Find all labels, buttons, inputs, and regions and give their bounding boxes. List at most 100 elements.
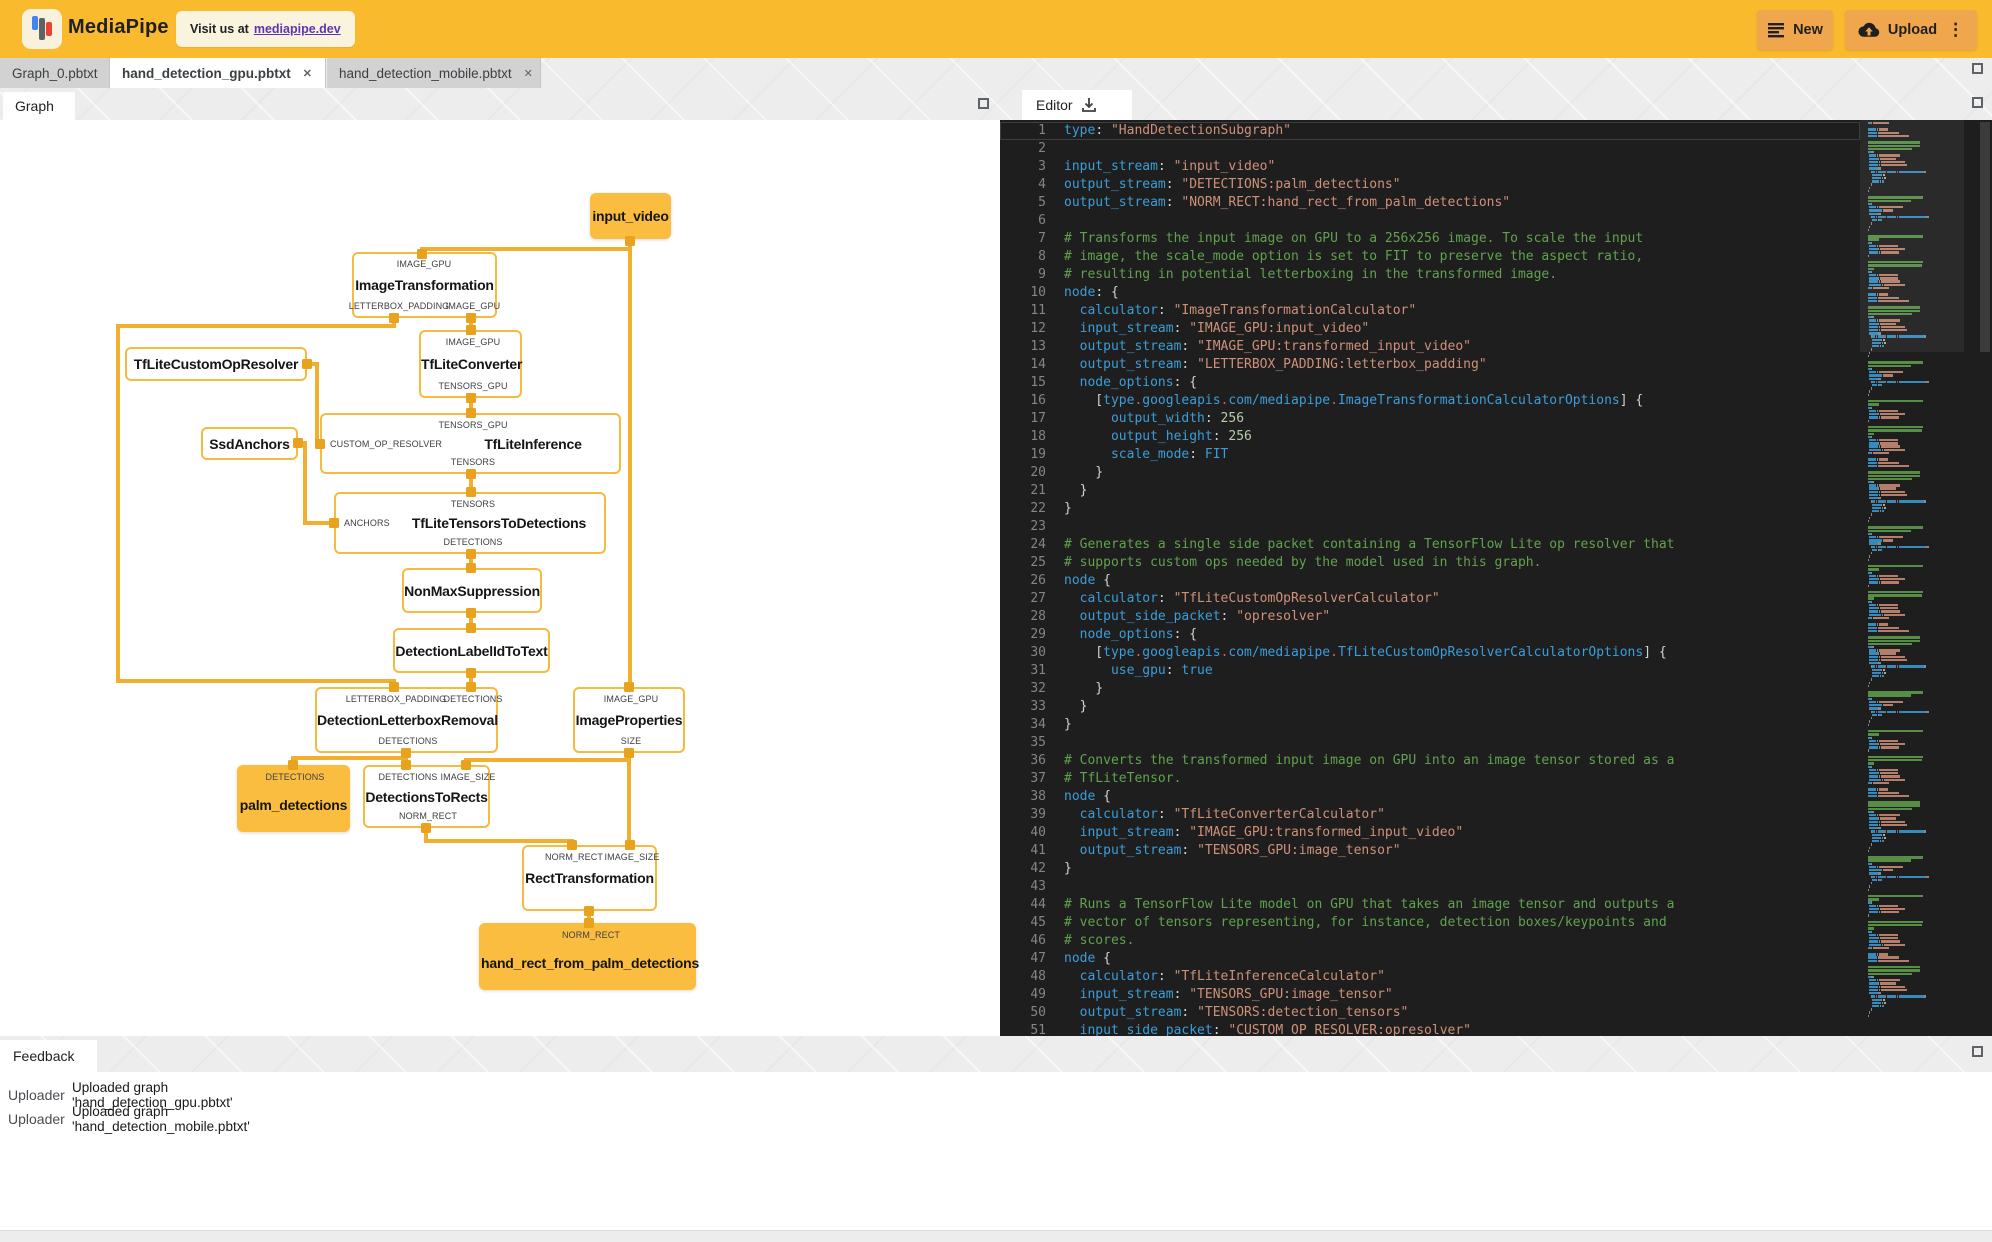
graph-node-ImageTransformation[interactable]: ImageTransformation IMAGE_GPU LETTERBOX_PA…: [349, 252, 500, 318]
code-line[interactable]: 31 use_gpu: true: [1000, 662, 1860, 680]
code-line[interactable]: 9 # resulting in potential letterboxing i…: [1000, 266, 1860, 284]
minimap-line: [1867, 755, 1950, 759]
code-line[interactable]: 48 calculator: "TfLiteInferenceCalculato…: [1000, 968, 1860, 986]
code-line[interactable]: 36 # Converts the transformed input image…: [1000, 752, 1860, 770]
minimap-line: [1867, 490, 1950, 494]
close-icon[interactable]: ✕: [522, 65, 535, 82]
file-tab-graph0[interactable]: Graph_0.pbtxt ✕: [0, 58, 119, 88]
code-line[interactable]: 10 node: {: [1000, 284, 1860, 302]
code-line[interactable]: 14 output_stream: "LETTERBOX_PADDING:let…: [1000, 356, 1860, 374]
code-line[interactable]: 49 input_stream: "TENSORS_GPU:image_tens…: [1000, 986, 1860, 1004]
download-icon[interactable]: [1081, 97, 1097, 113]
code-line[interactable]: 1 type: "HandDetectionSubgraph": [1000, 122, 1860, 140]
scrollbar-thumb[interactable]: [1980, 122, 1990, 352]
code-line[interactable]: 23: [1000, 518, 1860, 536]
code-line[interactable]: 12 input_stream: "IMAGE_GPU:input_video": [1000, 320, 1860, 338]
expand-feedback-panel-icon[interactable]: [1972, 1046, 1983, 1057]
code-line[interactable]: 50 output_stream: "TENSORS:detection_ten…: [1000, 1004, 1860, 1022]
graph-node-palm_detections[interactable]: palm_detections DETECTIONS: [237, 765, 350, 832]
code-line[interactable]: 51 input_side_packet: "CUSTOM_OP_RESOLVE…: [1000, 1022, 1860, 1036]
code-line[interactable]: 47 node {: [1000, 950, 1860, 968]
code-line[interactable]: 44 # Runs a TensorFlow Lite model on GPU …: [1000, 896, 1860, 914]
code-line[interactable]: 19 scale_mode: FIT: [1000, 446, 1860, 464]
code-line[interactable]: 15 node_options: {: [1000, 374, 1860, 392]
graph-node-RectTransformation[interactable]: RectTransformation NORM_RECT IMAGE_SIZE: [522, 845, 659, 911]
line-number: 17: [1030, 411, 1046, 426]
code-line[interactable]: 20 }: [1000, 464, 1860, 482]
code-line[interactable]: 11 calculator: "ImageTransformationCalcu…: [1000, 302, 1860, 320]
minimap-line: [1867, 588, 1950, 590]
code-line[interactable]: 13 output_stream: "IMAGE_GPU:transformed…: [1000, 338, 1860, 356]
code-line[interactable]: 24 # Generates a single side packet conta…: [1000, 536, 1860, 554]
file-tab-hand-detection-gpu[interactable]: hand_detection_gpu.pbtxt ✕: [110, 58, 326, 88]
line-content: }: [1064, 861, 1072, 876]
graph-node-SsdAnchors[interactable]: SsdAnchors: [201, 427, 298, 460]
code-line[interactable]: 3 input_stream: "input_video": [1000, 158, 1860, 176]
code-line[interactable]: 21 }: [1000, 482, 1860, 500]
code-line[interactable]: 38 node {: [1000, 788, 1860, 806]
minimap-line: [1867, 943, 1950, 946]
upload-menu-kebab-icon[interactable]: ⋮: [1947, 20, 1964, 40]
code-line[interactable]: 46 # scores.: [1000, 932, 1860, 950]
tab-graph[interactable]: Graph: [3, 92, 75, 120]
code-editor[interactable]: 1 type: "HandDetectionSubgraph" 2 3 input_st…: [1000, 120, 1992, 1036]
code-line[interactable]: 8 # image, the scale_mode option is set t…: [1000, 248, 1860, 266]
graph-canvas[interactable]: input_video ImageTransformation IMAGE_GPU L…: [0, 120, 1000, 1036]
code-line[interactable]: 42}: [1000, 860, 1860, 878]
minimap-line: [1867, 727, 1950, 729]
code-line[interactable]: 41 output_stream: "TENSORS_GPU:image_ten…: [1000, 842, 1860, 860]
graph-node-hand_rect_from_palm_detections[interactable]: hand_rect_from_palm_detections NORM_RECT: [479, 923, 699, 990]
upload-button[interactable]: Upload ⋮: [1845, 10, 1977, 50]
line-content: node: {: [1064, 285, 1119, 300]
code-line[interactable]: 29 node_options: {: [1000, 626, 1860, 644]
code-line[interactable]: 37 # TfLiteTensor.: [1000, 770, 1860, 788]
tab-feedback[interactable]: Feedback: [0, 1040, 97, 1072]
graph-node-DetectionLabelIdToText[interactable]: DetectionLabelIdToText: [393, 628, 550, 673]
graph-node-input_video[interactable]: input_video: [590, 193, 671, 239]
code-line[interactable]: 17 output_width: 256: [1000, 410, 1860, 428]
code-line[interactable]: 40 input_stream: "IMAGE_GPU:transformed_…: [1000, 824, 1860, 842]
expand-graph-panel-icon[interactable]: [978, 98, 989, 109]
code-line[interactable]: 32 }: [1000, 680, 1860, 698]
mediapipe-dev-link[interactable]: mediapipe.dev: [254, 22, 341, 36]
minimap-line: [1867, 717, 1950, 720]
code-line[interactable]: 4 output_stream: "DETECTIONS:palm_detecti…: [1000, 176, 1860, 194]
code-line[interactable]: 6: [1000, 212, 1860, 230]
code-line[interactable]: 30 [type.googleapis.com/mediapipe.TfLite…: [1000, 644, 1860, 662]
new-button[interactable]: New: [1757, 10, 1833, 50]
code-line[interactable]: 26 node {: [1000, 572, 1860, 590]
port-label: NORM_RECT: [545, 852, 603, 862]
code-line[interactable]: 43: [1000, 878, 1860, 896]
minimap-line: [1867, 694, 1950, 697]
code-line[interactable]: 34}: [1000, 716, 1860, 734]
graph-node-TfLiteCustomOpResolver[interactable]: TfLiteCustomOpResolver: [125, 347, 307, 381]
minimap-line: [1867, 526, 1950, 529]
code-line[interactable]: 35: [1000, 734, 1860, 752]
code-line[interactable]: 45 # vector of tensors representing, for …: [1000, 914, 1860, 932]
code-line[interactable]: 28 output_side_packet: "opresolver": [1000, 608, 1860, 626]
line-content: input_stream: "IMAGE_GPU:input_video": [1064, 321, 1370, 336]
code-line[interactable]: 25 # supports custom ops needed by the mo…: [1000, 554, 1860, 572]
code-line[interactable]: 5 output_stream: "NORM_RECT:hand_rect_fro…: [1000, 194, 1860, 212]
graph-node-DetectionsToRects[interactable]: DetectionsToRects DETECTIONS IMAGE_SIZE NOR…: [363, 765, 495, 828]
graph-node-TfLiteTensorsToDetections[interactable]: TfLiteTensorsToDetections TENSORS ANCHORS D…: [334, 492, 606, 554]
code-line[interactable]: 2: [1000, 140, 1860, 158]
close-icon[interactable]: ✕: [301, 65, 314, 82]
expand-editor-panel-icon[interactable]: [1972, 97, 1983, 108]
graph-node-TfLiteInference[interactable]: TfLiteInference TENSORS_GPU CUSTOM_OP_RESO…: [320, 413, 621, 474]
expand-panel-icon[interactable]: [1972, 63, 1983, 74]
file-tab-hand-detection-mobile[interactable]: hand_detection_mobile.pbtxt ✕: [327, 58, 541, 88]
editor-scrollbar[interactable]: [1978, 120, 1992, 1036]
code-line[interactable]: 39 calculator: "TfLiteConverterCalculato…: [1000, 806, 1860, 824]
graph-node-TfLiteConverter[interactable]: TfLiteConverter IMAGE_GPU TENSORS_GPU: [419, 330, 522, 398]
code-line[interactable]: 7 # Transforms the input image on GPU to …: [1000, 230, 1860, 248]
graph-node-NonMaxSuppression[interactable]: NonMaxSuppression: [402, 568, 542, 613]
code-line[interactable]: 16 [type.googleapis.com/mediapipe.ImageT…: [1000, 392, 1860, 410]
code-line[interactable]: 27 calculator: "TfLiteCustomOpResolverCa…: [1000, 590, 1860, 608]
code-line[interactable]: 18 output_height: 256: [1000, 428, 1860, 446]
graph-node-ImageProperties[interactable]: ImageProperties IMAGE_GPU SIZE: [573, 687, 685, 753]
code-line[interactable]: 22}: [1000, 500, 1860, 518]
code-line[interactable]: 33 }: [1000, 698, 1860, 716]
graph-node-DetectionLetterboxRemoval[interactable]: DetectionLetterboxRemoval LETTERBOX_PADDI…: [315, 687, 502, 753]
tab-editor[interactable]: Editor: [1022, 90, 1132, 120]
